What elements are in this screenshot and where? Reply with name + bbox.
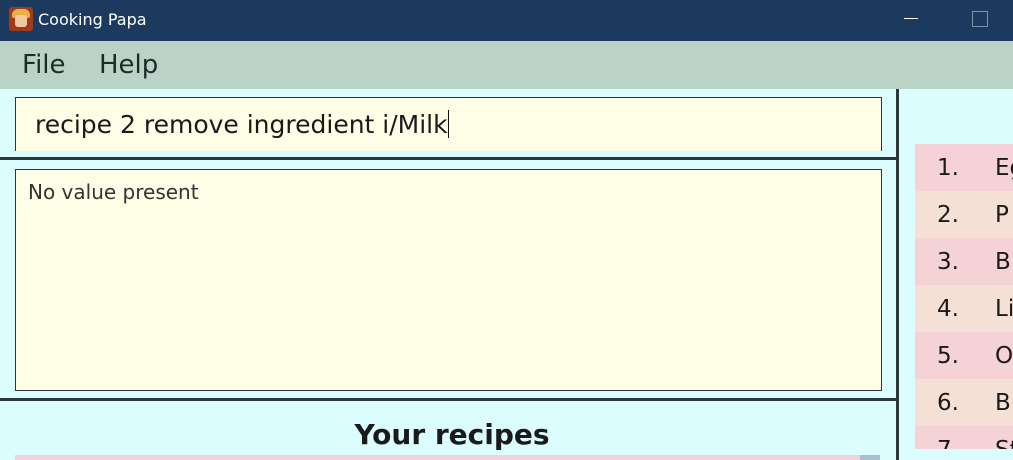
ingredient-row[interactable]: 7. St bbox=[915, 426, 1013, 449]
ingredient-index: 1. bbox=[937, 155, 959, 181]
menu-file[interactable]: File bbox=[22, 50, 66, 80]
result-display[interactable]: No value present bbox=[15, 169, 882, 391]
recipes-heading: Your recipes bbox=[354, 418, 550, 451]
ingredient-name: Eg bbox=[995, 155, 1013, 181]
recipe-list-scrollbar[interactable] bbox=[860, 455, 880, 460]
ingredient-name: Li bbox=[995, 296, 1013, 322]
text-caret bbox=[447, 110, 449, 138]
ingredient-row[interactable]: 1. Eg bbox=[915, 144, 1013, 191]
ingredient-index: 4. bbox=[937, 296, 959, 322]
ingredient-row[interactable]: 2. P bbox=[915, 191, 1013, 238]
ingredient-index: 7. bbox=[937, 437, 959, 449]
maximize-icon[interactable] bbox=[972, 11, 988, 27]
menu-bar: File Help bbox=[0, 41, 1013, 89]
ingredient-row[interactable]: 4. Li bbox=[915, 285, 1013, 332]
command-input[interactable]: recipe 2 remove ingredient i/Milk bbox=[15, 97, 882, 151]
ingredient-name: O bbox=[995, 343, 1013, 369]
result-divider bbox=[0, 398, 896, 401]
ingredient-row[interactable]: 5. O bbox=[915, 332, 1013, 379]
recipe-list-item[interactable] bbox=[15, 455, 860, 460]
ingredient-name: B bbox=[995, 390, 1011, 416]
ingredient-name: St bbox=[995, 437, 1013, 449]
title-bar: Cooking Papa bbox=[0, 0, 1013, 41]
ingredient-index: 3. bbox=[937, 249, 959, 275]
ingredient-index: 2. bbox=[937, 202, 959, 228]
window-title: Cooking Papa bbox=[38, 10, 147, 29]
ingredient-row[interactable]: 3. B bbox=[915, 238, 1013, 285]
command-divider bbox=[0, 157, 896, 160]
ingredient-row[interactable]: 6. B bbox=[915, 379, 1013, 426]
command-input-value: recipe 2 remove ingredient i/Milk bbox=[35, 110, 448, 139]
ingredient-name: B bbox=[995, 249, 1011, 275]
ingredient-list: 1. Eg 2. P 3. B 4. Li 5. O 6. B 7. St bbox=[915, 144, 1013, 449]
minimize-icon[interactable] bbox=[904, 18, 918, 19]
menu-help[interactable]: Help bbox=[99, 50, 158, 80]
ingredient-name: P bbox=[995, 202, 1009, 228]
ingredient-index: 6. bbox=[937, 390, 959, 416]
ingredient-index: 5. bbox=[937, 343, 959, 369]
app-logo-icon bbox=[9, 7, 33, 31]
vertical-split-divider[interactable] bbox=[896, 89, 899, 460]
result-message: No value present bbox=[28, 180, 199, 204]
